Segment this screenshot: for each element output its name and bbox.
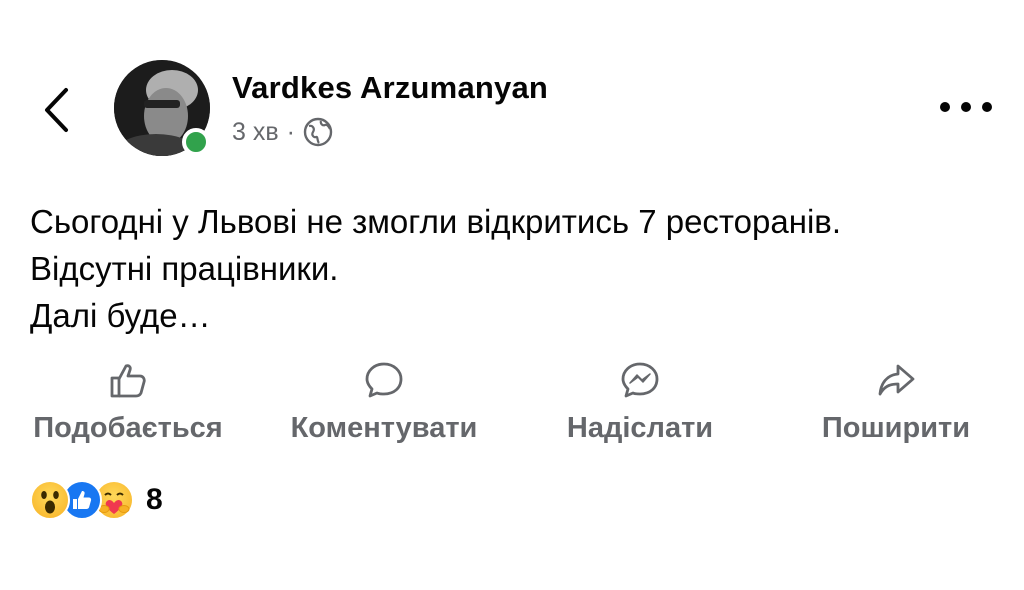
back-button[interactable] (36, 82, 76, 138)
more-options-button[interactable] (940, 92, 992, 122)
facebook-post-view: Vardkes Arzumanyan 3 хв · Сьогодні у Льв… (0, 0, 1024, 590)
share-button[interactable]: Поширити (814, 358, 978, 445)
wow-emoji-icon (30, 480, 70, 520)
post-time[interactable]: 3 хв (232, 118, 279, 147)
more-horizontal-icon (940, 102, 950, 112)
post-actions-bar: Подобається Коментувати Надіслати Пошири… (0, 358, 1024, 448)
send-button[interactable]: Надіслати (560, 358, 720, 445)
chevron-left-icon (45, 88, 68, 132)
comment-bubble-icon (362, 358, 406, 402)
post-meta: 3 хв · (232, 117, 333, 147)
author-name[interactable]: Vardkes Arzumanyan (232, 70, 548, 106)
share-label: Поширити (821, 412, 971, 444)
like-label: Подобається (33, 412, 223, 444)
author-avatar[interactable] (114, 60, 210, 156)
like-button[interactable]: Подобається (26, 358, 230, 445)
reaction-count: 8 (146, 483, 163, 516)
more-dot (982, 102, 992, 112)
post-text-line: Відсутні працівники. (30, 250, 339, 287)
globe-icon[interactable] (303, 117, 333, 147)
meta-separator: · (286, 117, 295, 146)
send-label: Надіслати (566, 412, 714, 444)
comment-label: Коментувати (290, 412, 478, 444)
post-text-line: Далі буде… (30, 297, 211, 334)
online-status-indicator (182, 128, 210, 156)
messenger-icon (618, 358, 662, 402)
more-dot (961, 102, 971, 112)
post-text: Сьогодні у Львові не змогли відкритись 7… (30, 198, 841, 339)
thumbs-up-icon (106, 358, 150, 402)
post-text-line: Сьогодні у Львові не змогли відкритись 7… (30, 203, 841, 240)
share-arrow-icon (874, 358, 918, 402)
reactions-summary[interactable]: 8 (30, 478, 163, 522)
comment-button[interactable]: Коментувати (281, 358, 487, 445)
